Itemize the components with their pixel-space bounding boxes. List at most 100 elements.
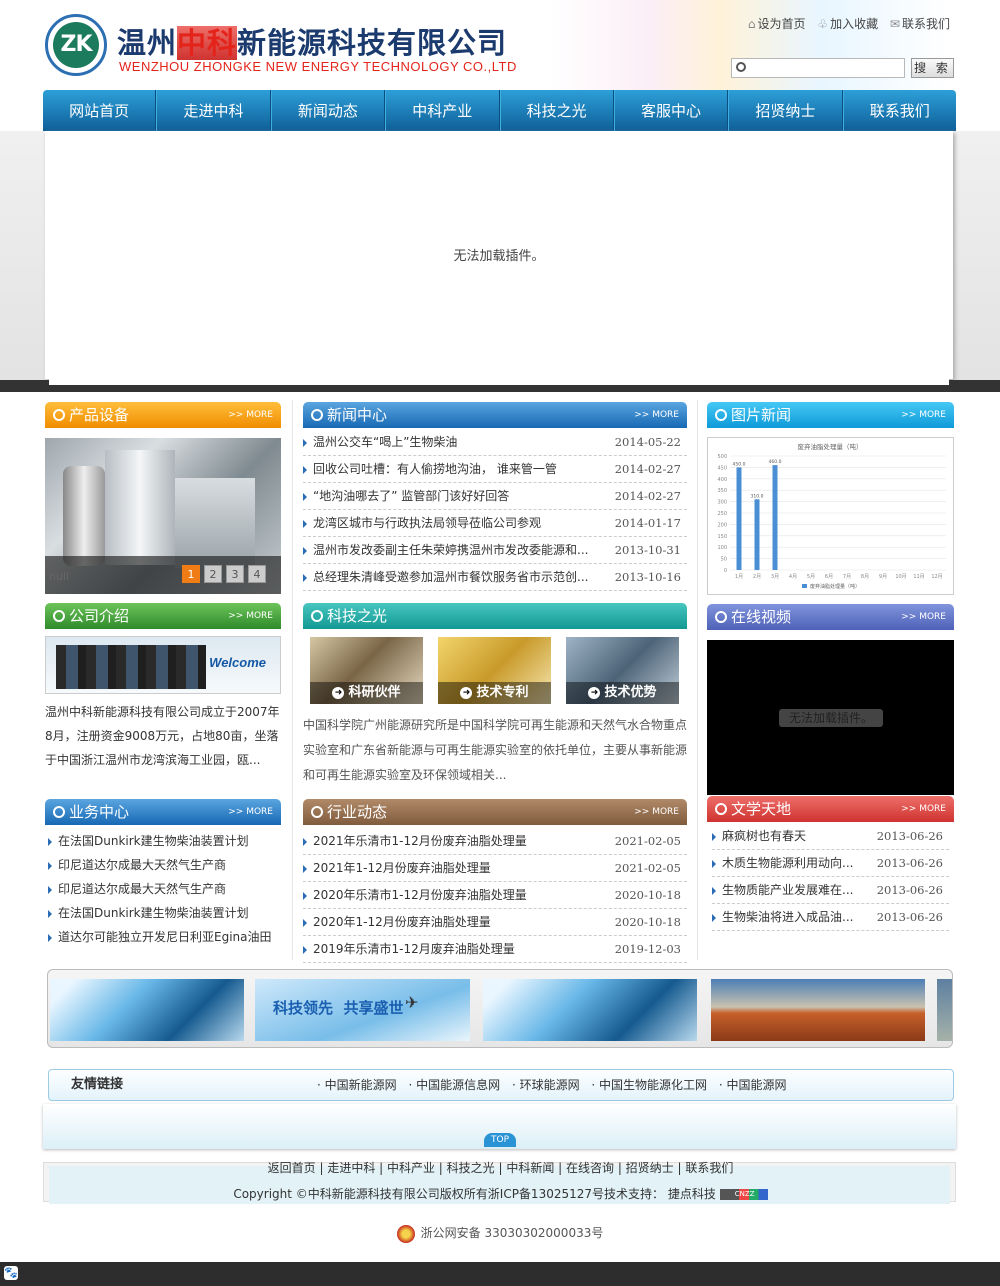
- slide-caption: null: [49, 570, 70, 583]
- scroller-image[interactable]: [711, 979, 925, 1041]
- set-homepage-label: 设为首页: [757, 17, 806, 31]
- list-item[interactable]: 总经理朱清峰受邀参加温州市餐饮服务省市示范创... 2013-10-16: [303, 564, 687, 591]
- nav-industry[interactable]: 中科产业: [385, 90, 500, 131]
- slide-pager: 1 2 3 4: [182, 565, 266, 583]
- news-more-link[interactable]: >> MORE: [634, 402, 679, 429]
- scroller-image[interactable]: [50, 979, 244, 1041]
- list-item[interactable]: 回收公司吐槽：有人偷捞地沟油， 谁来管一管 2014-02-27: [303, 456, 687, 483]
- company-logo[interactable]: ZK 温州中科新能源科技有限公司 WENZHOU ZHONGKE NEW ENE…: [45, 14, 516, 78]
- list-item[interactable]: 温州市发改委副主任朱荣婷携温州市发改委能源和... 2013-10-31: [303, 537, 687, 564]
- friend-link[interactable]: · 中国生物能源化工网: [591, 1078, 707, 1092]
- product-tank: [105, 450, 175, 565]
- thumb-caption: ➜ 技术专利: [438, 682, 551, 704]
- business-list: 在法国Dunkirk建生物柴油装置计划 印尼道达尔成最大天然气生产商 印尼道达尔…: [48, 829, 281, 949]
- list-item[interactable]: 在法国Dunkirk建生物柴油装置计划: [48, 829, 281, 853]
- products-more-link[interactable]: >> MORE: [228, 402, 273, 429]
- scroller-image[interactable]: [483, 979, 697, 1041]
- tech-thumb-advantage[interactable]: ➜ 技术优势: [566, 637, 679, 704]
- news-title-bar: 新闻中心 >> MORE: [303, 402, 687, 428]
- paw-icon[interactable]: 🐾: [4, 1266, 18, 1280]
- literature-more-link[interactable]: >> MORE: [901, 796, 946, 823]
- list-item[interactable]: 龙湾区城市与行政执法局领导莅临公司参观 2014-01-17: [303, 510, 687, 537]
- photo-news-more-link[interactable]: >> MORE: [901, 402, 946, 429]
- list-item[interactable]: “地沟油哪去了” 监管部门该好好回答 2014-02-27: [303, 483, 687, 510]
- police-record[interactable]: 浙公网安备 33030302000033号: [0, 1224, 1000, 1243]
- list-item[interactable]: 2020年1-12月份废弃油脂处理量 2020-10-18: [303, 909, 687, 936]
- mail-icon: ✉: [889, 17, 900, 31]
- nav-service[interactable]: 客服中心: [613, 90, 729, 131]
- tech-thumb-research[interactable]: ➜ 科研伙伴: [310, 637, 423, 704]
- industry-more-link[interactable]: >> MORE: [634, 799, 679, 826]
- nav-jobs[interactable]: 招贤纳士: [728, 90, 843, 131]
- photo-news-chart[interactable]: 废弃油脂处理量（吨） 0 50 100 150 200 250 300 350 400 450 500…: [707, 437, 954, 595]
- set-homepage-link[interactable]: ⌂ 设为首页: [748, 17, 806, 31]
- slide-page-2[interactable]: 2: [204, 565, 222, 583]
- list-item-date: 2013-10-16: [614, 570, 681, 584]
- scroller-image[interactable]: 科技领先 共享盛世 ✈: [255, 979, 470, 1041]
- list-item[interactable]: 印尼道达尔成最大天然气生产商: [48, 853, 281, 877]
- video-error-message: 无法加载插件。: [779, 709, 883, 727]
- company-name-cn: 温州中科新能源科技有限公司: [117, 20, 507, 62]
- list-item-text: 在法国Dunkirk建生物柴油装置计划: [58, 834, 249, 848]
- arrow-icon: [303, 891, 307, 900]
- list-item-text: 生物质能产业发展难在...: [722, 883, 854, 897]
- footer-links[interactable]: 返回首页 | 走进中科 | 中科产业 | 科技之光 | 中科新闻 | 在线咨询 …: [44, 1159, 957, 1176]
- video-more-link[interactable]: >> MORE: [901, 604, 946, 631]
- add-favorite-link[interactable]: ♧ 加入收藏: [817, 17, 878, 31]
- image-scroller: 科技领先 共享盛世 ✈: [47, 969, 953, 1048]
- nav-home[interactable]: 网站首页: [43, 90, 157, 131]
- video-player[interactable]: 无法加载插件。: [707, 640, 954, 795]
- friend-link[interactable]: · 中国能源网: [719, 1078, 787, 1092]
- x-tick-label: 12月: [931, 574, 942, 580]
- photo-news-title-bar: 图片新闻 >> MORE: [707, 402, 954, 428]
- list-item[interactable]: 印尼道达尔成最大天然气生产商: [48, 877, 281, 901]
- arrow-icon: [712, 832, 716, 841]
- intro-more-link[interactable]: >> MORE: [228, 603, 273, 630]
- arrow-icon: [48, 909, 52, 918]
- list-item[interactable]: 温州公交车“喝上”生物柴油 2014-05-22: [303, 429, 687, 456]
- x-tick-label: 9月: [879, 574, 887, 580]
- arrow-icon: [48, 885, 52, 894]
- nav-news[interactable]: 新闻动态: [270, 90, 386, 131]
- y-tick-label: 200: [717, 522, 727, 528]
- list-item[interactable]: 木质生物能源利用动向... 2013-06-26: [712, 850, 949, 877]
- copyright: Copyright ©中科新能源科技有限公司版权所有浙ICP备13025127号…: [44, 1185, 957, 1202]
- list-item[interactable]: 道达尔可能独立开发尼日利亚Egina油田: [48, 925, 281, 949]
- list-item[interactable]: 麻疯树也有春天 2013-06-26: [712, 823, 949, 850]
- contact-us-link[interactable]: ✉ 联系我们: [890, 17, 950, 31]
- list-item[interactable]: 2021年1-12月份废弃油脂处理量 2021-02-05: [303, 855, 687, 882]
- list-item[interactable]: 2021年乐清市1-12月份废弃油脂处理量 2021-02-05: [303, 828, 687, 855]
- list-item[interactable]: 2020年乐清市1-12月份废弃油脂处理量 2020-10-18: [303, 882, 687, 909]
- list-item-date: 2014-02-27: [614, 462, 681, 476]
- search-input[interactable]: [731, 58, 905, 78]
- tech-thumb-patent[interactable]: ➜ 技术专利: [438, 637, 551, 704]
- nav-contact[interactable]: 联系我们: [842, 90, 956, 131]
- bar-data-label: 460.0: [769, 459, 782, 465]
- nav-about[interactable]: 走进中科: [156, 90, 271, 131]
- welcome-image[interactable]: Welcome: [45, 636, 281, 694]
- friend-link[interactable]: · 中国新能源网: [317, 1078, 397, 1092]
- slide-page-3[interactable]: 3: [226, 565, 244, 583]
- thumb-label: 技术优势: [604, 685, 657, 700]
- business-more-link[interactable]: >> MORE: [228, 799, 273, 826]
- industry-list: 2021年乐清市1-12月份废弃油脂处理量 2021-02-05 2021年1-12…: [303, 828, 687, 963]
- search-button[interactable]: 搜 索: [911, 58, 954, 78]
- friend-link[interactable]: · 环球能源网: [512, 1078, 580, 1092]
- nav-technology[interactable]: 科技之光: [499, 90, 614, 131]
- list-item-text: 印尼道达尔成最大天然气生产商: [58, 882, 227, 896]
- arrow-icon: [303, 438, 307, 447]
- list-item[interactable]: 2019年乐清市1-12月废弃油脂处理量 2019-12-03: [303, 936, 687, 963]
- list-item[interactable]: 在法国Dunkirk建生物柴油装置计划: [48, 901, 281, 925]
- friend-link[interactable]: · 中国能源信息网: [408, 1078, 500, 1092]
- list-item[interactable]: 生物柴油将进入成品油... 2013-06-26: [712, 904, 949, 931]
- scroller-image[interactable]: [937, 979, 952, 1041]
- list-item[interactable]: 生物质能产业发展难在... 2013-06-26: [712, 877, 949, 904]
- back-to-top-button[interactable]: TOP: [484, 1133, 516, 1147]
- y-tick-label: 50: [721, 557, 727, 563]
- slide-page-1[interactable]: 1: [182, 565, 200, 583]
- list-item-text: 印尼道达尔成最大天然气生产商: [58, 858, 227, 872]
- list-item-text: 木质生物能源利用动向...: [722, 856, 854, 870]
- cnzz-badge[interactable]: CNZZ: [719, 1189, 768, 1200]
- slide-page-4[interactable]: 4: [248, 565, 266, 583]
- arrow-icon: [303, 837, 307, 846]
